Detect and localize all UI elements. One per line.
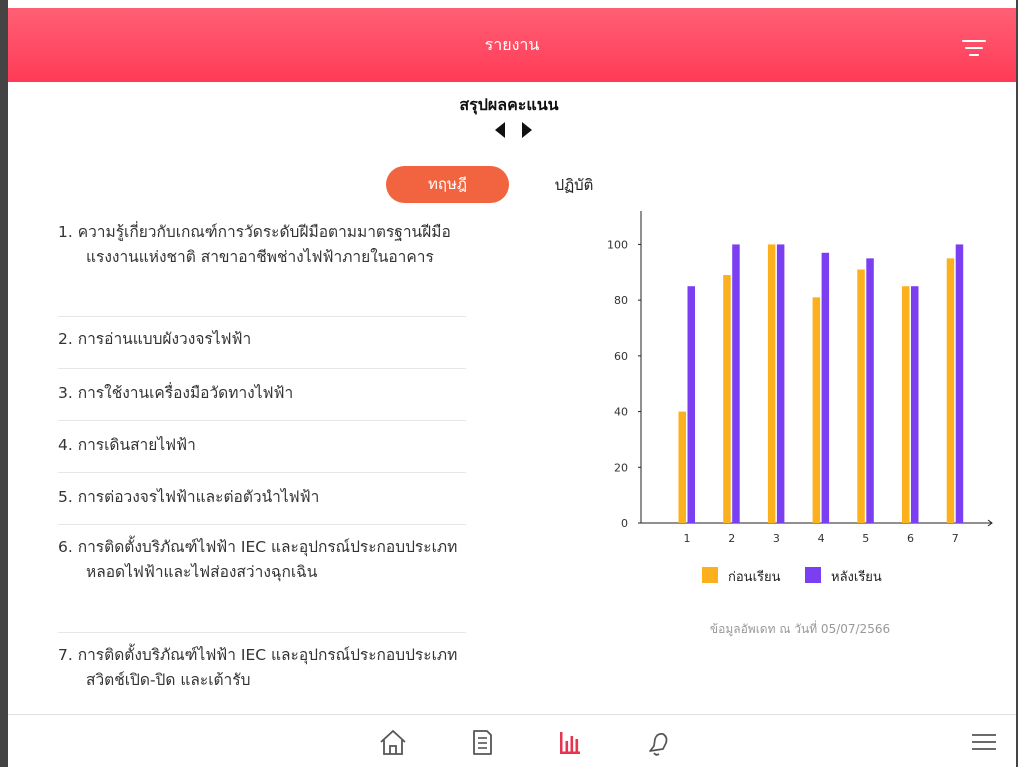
list-item[interactable]: 3. การใช้งานเครื่องมือวัดทางไฟฟ้า <box>58 369 466 421</box>
x-tick-label: 4 <box>818 532 825 545</box>
bar-before <box>946 258 955 523</box>
chart-icon <box>560 732 580 754</box>
bar-after <box>955 244 964 523</box>
legend-swatch-after <box>805 567 821 583</box>
legend-swatch-before <box>702 567 718 583</box>
menu-icon <box>972 734 996 750</box>
legend-label-after: หลังเรียน <box>831 570 882 585</box>
bar-after <box>687 286 695 523</box>
y-tick-label: 0 <box>621 517 628 530</box>
bar-before <box>812 297 821 523</box>
bar-after <box>732 244 740 523</box>
x-tick-label: 6 <box>907 532 914 545</box>
x-tick-label: 2 <box>728 532 735 545</box>
x-tick-label: 1 <box>684 532 691 545</box>
bar-before <box>723 275 731 523</box>
nav-home[interactable] <box>375 725 411 759</box>
page-title: สรุปผลคะแนน <box>459 95 559 114</box>
nav-notifications[interactable] <box>640 725 676 759</box>
list-item[interactable]: 7. การติดตั้งบริภัณฑ์ไฟฟ้า IEC และอุปกรณ… <box>58 633 466 715</box>
app-header: รายงาน <box>8 8 1016 82</box>
nav-menu[interactable] <box>966 725 1002 759</box>
topic-label: 4. การเดินสายไฟฟ้า <box>58 436 196 454</box>
bar-after <box>776 244 785 523</box>
bar-before <box>767 244 776 523</box>
bar-after <box>866 258 874 523</box>
legend-label-before: ก่อนเรียน <box>728 570 781 585</box>
y-tick-label: 80 <box>614 294 628 307</box>
bottom-nav-divider <box>8 714 1016 715</box>
list-item[interactable]: 1. ความรู้เกี่ยวกับเกณฑ์การวัดระดับฝีมือ… <box>58 220 466 317</box>
topic-label: 1. ความรู้เกี่ยวกับเกณฑ์การวัดระดับฝีมือ… <box>58 223 451 266</box>
bar-before <box>857 269 865 523</box>
topic-list: 1. ความรู้เกี่ยวกับเกณฑ์การวัดระดับฝีมือ… <box>58 220 466 715</box>
topic-label: 2. การอ่านแบบผังวงจรไฟฟ้า <box>58 330 252 348</box>
y-tick-label: 20 <box>614 461 628 474</box>
topic-label: 7. การติดตั้งบริภัณฑ์ไฟฟ้า IEC และอุปกรณ… <box>58 646 458 689</box>
pager <box>490 122 550 140</box>
list-item[interactable]: 5. การต่อวงจรไฟฟ้าและต่อตัวนำไฟฟ้า <box>58 473 466 525</box>
next-arrow-icon[interactable] <box>522 122 532 138</box>
list-item[interactable]: 4. การเดินสายไฟฟ้า <box>58 421 466 473</box>
bar-after <box>821 252 830 523</box>
tab-theory[interactable]: ทฤษฎี <box>386 166 509 203</box>
y-tick-label: 60 <box>614 350 628 363</box>
filter-icon[interactable] <box>962 38 986 58</box>
x-tick-label: 3 <box>773 532 780 545</box>
previous-arrow-icon[interactable] <box>495 122 505 138</box>
score-chart: 0 20 40 60 80 100 1 2 3 4 5 6 7 <box>600 200 1000 560</box>
topic-label: 3. การใช้งานเครื่องมือวัดทางไฟฟ้า <box>58 384 294 402</box>
y-tick-label: 40 <box>614 406 628 419</box>
x-tick-label: 7 <box>952 532 959 545</box>
bar-before <box>678 411 686 523</box>
bar-after <box>911 286 919 523</box>
topic-label: 5. การต่อวงจรไฟฟ้าและต่อตัวนำไฟฟ้า <box>58 488 320 506</box>
tab-practice[interactable]: ปฏิบัติ <box>528 170 620 200</box>
nav-report[interactable] <box>552 725 588 759</box>
home-icon <box>380 730 406 755</box>
list-item[interactable]: 2. การอ่านแบบผังวงจรไฟฟ้า <box>58 317 466 369</box>
bell-icon <box>649 733 668 756</box>
header-title: รายงาน <box>484 35 540 54</box>
document-icon <box>473 730 492 755</box>
nav-documents[interactable] <box>463 725 499 759</box>
x-tick-label: 5 <box>862 532 869 545</box>
topic-label: 6. การติดตั้งบริภัณฑ์ไฟฟ้า IEC และอุปกรณ… <box>58 538 458 581</box>
list-item[interactable]: 6. การติดตั้งบริภัณฑ์ไฟฟ้า IEC และอุปกรณ… <box>58 525 466 633</box>
bar-chart: 0 20 40 60 80 100 1 2 3 4 5 6 7 <box>607 211 993 545</box>
update-timestamp: ข้อมูลอัพเดท ณ วันที่ 05/07/2566 <box>709 622 891 636</box>
y-tick-label: 100 <box>607 238 628 251</box>
bar-before <box>902 286 910 523</box>
